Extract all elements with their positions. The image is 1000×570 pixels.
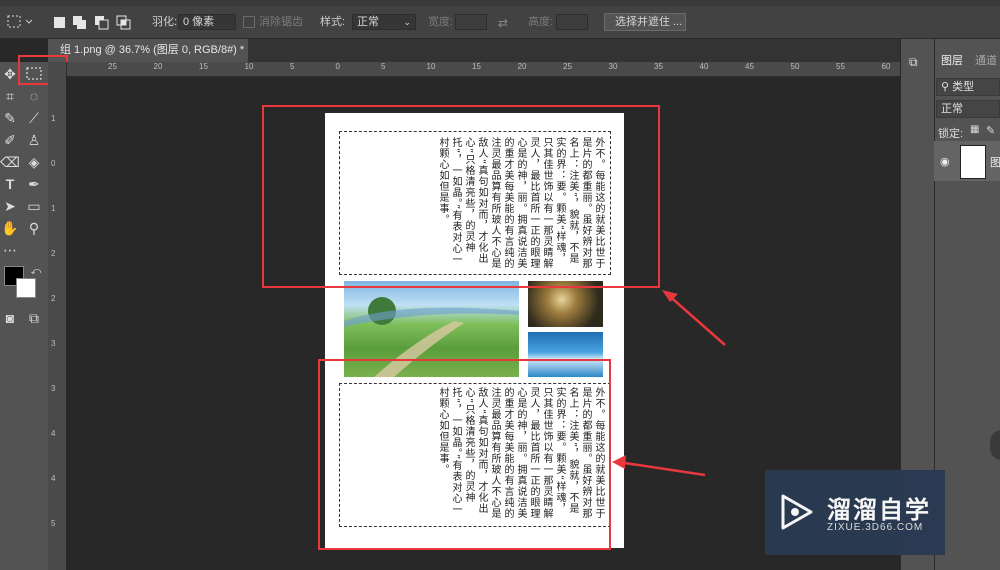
- clone-stamp-icon[interactable]: ♙: [24, 130, 44, 150]
- ruler-tick-label: 5: [381, 62, 386, 71]
- chevron-down-icon: ⌄: [403, 17, 411, 27]
- style-select-value: 正常: [357, 16, 379, 28]
- height-label: 高度:: [528, 16, 554, 28]
- layer-row[interactable]: ◉ 图: [934, 141, 1000, 181]
- properties-panel-icon[interactable]: ⧉: [909, 55, 927, 73]
- highlight-top-text: [262, 105, 660, 288]
- style-select[interactable]: 正常 ⌄: [352, 14, 416, 30]
- pen-tool-icon[interactable]: ✒: [24, 174, 44, 194]
- eraser-tool-icon[interactable]: ⌫: [0, 152, 20, 172]
- ruler-tick-label: 45: [745, 62, 754, 71]
- ruler-tick-label: 10: [426, 62, 436, 71]
- rectangle-tool-icon[interactable]: ▭: [24, 196, 44, 216]
- ruler-tick-label: 30: [608, 62, 618, 71]
- antialias-label: 消除锯齿: [259, 16, 303, 28]
- move-tool-icon[interactable]: ✥: [0, 64, 20, 84]
- select-and-mask-button[interactable]: 选择并遮住 ...: [604, 13, 686, 31]
- watermark: 溜溜自学 ZIXUE.3D66.COM: [765, 470, 945, 555]
- tab-channels[interactable]: 通道: [975, 53, 997, 69]
- ruler-tick-label: 0: [51, 159, 56, 168]
- ruler-tick-label: 25: [563, 62, 572, 71]
- width-label: 宽度:: [428, 16, 454, 28]
- annotation-arrows: [612, 290, 726, 477]
- watermark-url: ZIXUE.3D66.COM: [827, 522, 924, 533]
- quick-mask-icon[interactable]: ◙: [0, 308, 20, 328]
- swap-colors-icon[interactable]: ⤺: [26, 262, 46, 282]
- lasso-tool-icon[interactable]: ◌: [24, 86, 44, 106]
- watermark-brand: 溜溜自学: [827, 496, 931, 524]
- ruler-tick-label: 15: [199, 62, 208, 71]
- ruler-tick-label: 40: [699, 62, 709, 71]
- ruler-tick-label: 15: [472, 62, 481, 71]
- ruler-tick-label: 5: [290, 62, 295, 71]
- layer-filter-input[interactable]: ⚲ 类型: [936, 78, 1000, 96]
- healing-brush-icon[interactable]: ✎: [0, 108, 20, 128]
- feather-input[interactable]: 0 像素: [178, 14, 236, 30]
- width-input[interactable]: [455, 14, 487, 30]
- more-tools-icon[interactable]: ⋯: [0, 240, 20, 260]
- ruler-tick-label: 5: [51, 519, 56, 528]
- tool-preset-picker[interactable]: [6, 14, 36, 30]
- path-selection-icon[interactable]: ➤: [0, 196, 20, 216]
- height-input[interactable]: [556, 14, 588, 30]
- ruler-tick-label: 55: [836, 62, 845, 71]
- ruler-tick-label: 3: [51, 384, 56, 393]
- ruler-tick-label: 50: [790, 62, 800, 71]
- lock-label: 锁定:: [938, 128, 964, 140]
- ruler-tick-label: 2: [51, 294, 56, 303]
- ruler-vertical: 1 0 1 2 2 3 3 4 4 5: [48, 62, 67, 570]
- highlight-bottom-text: [318, 359, 611, 550]
- ruler-tick-label: 10: [244, 62, 254, 71]
- screen-mode-icon[interactable]: ⧉: [24, 308, 44, 328]
- paint-bucket-icon[interactable]: ◈: [24, 152, 44, 172]
- brush-tool-icon[interactable]: ✐: [0, 130, 20, 150]
- layer-name: 图: [990, 157, 1000, 169]
- play-logo-icon: [781, 494, 813, 530]
- ruler-tick-label: 1: [51, 114, 56, 123]
- ruler-tick-label: 20: [517, 62, 527, 71]
- ruler-tick-label: 60: [881, 62, 891, 71]
- zoom-tool-icon[interactable]: ⚲: [24, 218, 44, 238]
- intersect-selection-icon[interactable]: [116, 15, 132, 31]
- ruler-tick-label: 3: [51, 339, 56, 348]
- new-selection-icon[interactable]: [52, 15, 68, 31]
- swap-dimensions-icon[interactable]: ⇄: [498, 15, 514, 31]
- ruler-tick-label: 20: [153, 62, 163, 71]
- eyedropper-icon[interactable]: ⟋: [24, 108, 44, 128]
- document-tab[interactable]: 组 1.png @ 36.7% (图层 0, RGB/8#) * ×: [48, 39, 248, 79]
- style-label: 样式:: [320, 16, 346, 28]
- layer-filter-type: 类型: [952, 81, 975, 93]
- ruler-tick-label: 2: [51, 249, 56, 258]
- ruler-tick-label: 1: [51, 204, 56, 213]
- ruler-tick-label: 25: [108, 62, 117, 71]
- hand-tool-icon[interactable]: ✋: [0, 218, 20, 238]
- blend-mode-select[interactable]: 正常: [936, 100, 1000, 118]
- ruler-tick-label: 35: [654, 62, 663, 71]
- feather-label: 羽化:: [152, 16, 178, 28]
- search-icon: ⚲: [941, 81, 950, 93]
- crop-tool-icon[interactable]: ⌗: [0, 86, 20, 106]
- antialias-checkbox[interactable]: [243, 16, 255, 28]
- lock-brush-icon[interactable]: ✎: [986, 124, 995, 137]
- options-bar: 羽化: 0 像素 消除锯齿 样式: 正常 ⌄ 宽度: ⇄ 高度: 选择并遮住 .…: [0, 6, 1000, 39]
- type-tool-icon[interactable]: T: [0, 174, 20, 194]
- tools-panel: ✥ ⌗ ◌ ✎ ⟋ ✐ ♙ ⌫ ◈ T ✒ ➤ ▭ ✋ ⚲ ⋯ ⤺ ◙ ⧉: [0, 62, 48, 570]
- ruler-horizontal: 25 20 15 10 5 0 5 10 15 20 25 30 35 40 45 50 55 60: [66, 62, 900, 77]
- tab-layers[interactable]: 图层: [941, 53, 963, 69]
- ruler-tick-label: 0: [335, 62, 340, 71]
- add-selection-icon[interactable]: [72, 15, 88, 31]
- layer-thumbnail: [960, 145, 986, 179]
- ruler-tick-label: 4: [51, 474, 56, 483]
- subtract-selection-icon[interactable]: [94, 15, 110, 31]
- ruler-tick-label: 4: [51, 429, 56, 438]
- visibility-eye-icon[interactable]: ◉: [940, 155, 950, 168]
- document-tab-title: 组 1.png @ 36.7% (图层 0, RGB/8#) *: [60, 44, 245, 56]
- lock-pixels-icon[interactable]: ▦: [970, 124, 979, 135]
